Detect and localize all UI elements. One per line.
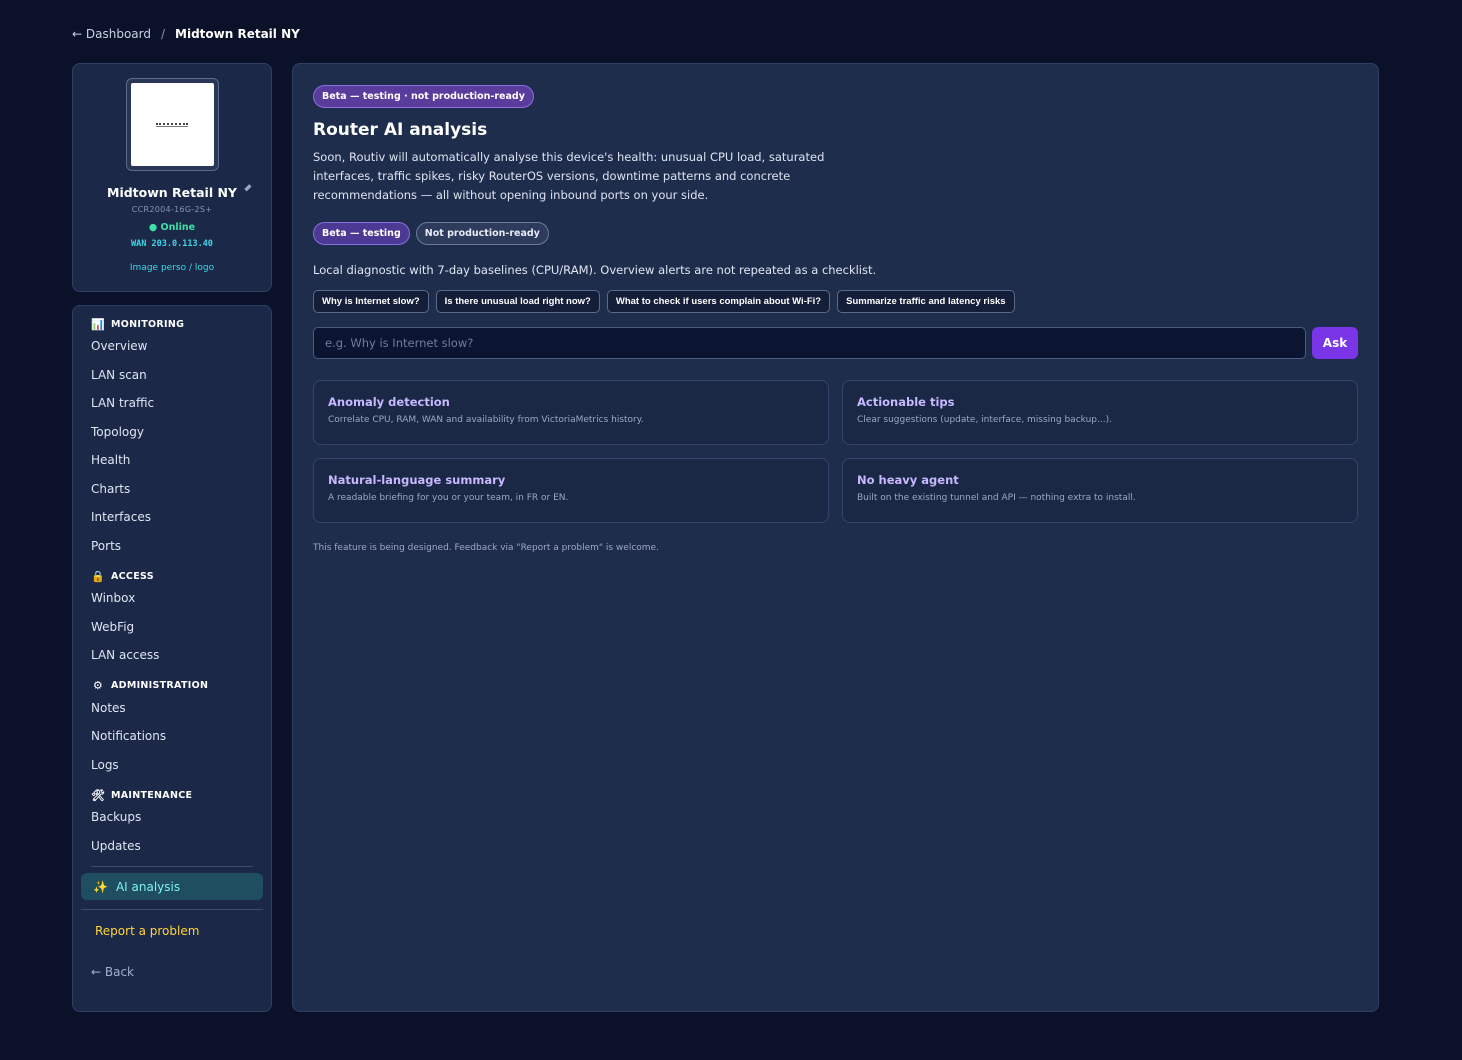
feature-cards: Anomaly detection Correlate CPU, RAM, WA… [313, 380, 1358, 523]
card-description: Built on the existing tunnel and API — n… [857, 493, 1136, 503]
sidebar-item-logs[interactable]: Logs [81, 751, 263, 780]
sidebar-item-interfaces[interactable]: Interfaces [81, 503, 263, 532]
suggestion-chip[interactable]: What to check if users complain about Wi… [606, 290, 831, 313]
sparkles-icon: ✨ [93, 879, 108, 894]
suggestion-chip[interactable]: Is there unusual load right now? [435, 290, 600, 313]
sidebar-item-lan-access[interactable]: LAN access [81, 641, 263, 670]
report-problem-link[interactable]: Report a problem [81, 924, 263, 938]
nav-divider [91, 866, 253, 867]
sidebar-item-backups[interactable]: Backups [81, 803, 263, 832]
section-heading-monitoring: 📊 MONITORING [81, 316, 263, 332]
image-logo-link[interactable]: Image perso / logo [130, 263, 214, 273]
breadcrumb-separator: / [160, 27, 166, 41]
section-maintenance: 🛠 MAINTENANCE Backups Updates [81, 787, 263, 860]
page-description: Soon, Routiv will automatically analyse … [313, 150, 825, 202]
diagnostic-text: Local diagnostic with 7-day baselines (C… [313, 263, 877, 277]
wan-address: WAN 203.0.113.40 [131, 239, 213, 249]
beta-pill: Beta — testing [313, 222, 410, 245]
ask-button[interactable]: Ask [1312, 327, 1358, 359]
section-access: 🔒 ACCESS Winbox WebFig LAN access [81, 568, 263, 670]
sidebar-item-lan-traffic[interactable]: LAN traffic [81, 389, 263, 418]
device-name: Midtown Retail NY [107, 185, 237, 200]
dashboard-link[interactable]: ← Dashboard [72, 27, 151, 41]
not-ready-pill: Not production-ready [415, 222, 549, 245]
section-label: ACCESS [111, 570, 154, 582]
sidebar-item-updates[interactable]: Updates [81, 832, 263, 861]
sidebar-item-charts[interactable]: Charts [81, 475, 263, 504]
section-heading-access: 🔒 ACCESS [81, 568, 263, 584]
section-label: ADMINISTRATION [111, 680, 209, 691]
status-badge: ● Online [148, 222, 196, 233]
sidebar-item-label: AI analysis [115, 879, 181, 894]
suggestion-chip[interactable]: Summarize traffic and latency risks [837, 290, 1015, 313]
footnote: This feature is being designed. Feedback… [313, 543, 659, 553]
sidebar-item-overview[interactable]: Overview [81, 332, 263, 361]
breadcrumb-current: Midtown Retail NY [175, 27, 300, 41]
ask-row: Ask [313, 327, 1358, 359]
router-icon [156, 122, 188, 127]
suggestion-chips: Why is Internet slow? Is there unusual l… [313, 290, 1358, 313]
card-description: Correlate CPU, RAM, WAN and availability… [328, 415, 644, 425]
tools-icon: 🛠 [91, 788, 106, 802]
card-title: Natural-language summary [328, 473, 506, 487]
sidebar-item-ai-analysis[interactable]: ✨ AI analysis [81, 873, 263, 900]
sidebar-item-topology[interactable]: Topology [81, 418, 263, 447]
back-link[interactable]: ← Back [81, 965, 263, 979]
device-model: CCR2004-16G-2S+ [131, 205, 213, 214]
section-monitoring: 📊 MONITORING Overview LAN scan LAN traff… [81, 316, 263, 560]
beta-badge: Beta — testing · not production-ready [313, 85, 534, 108]
page-title: Router AI analysis [313, 120, 488, 140]
section-label: MONITORING [111, 318, 185, 330]
section-heading-maintenance: 🛠 MAINTENANCE [81, 787, 263, 803]
sidebar-item-webfig[interactable]: WebFig [81, 613, 263, 642]
sidebar: 📊 MONITORING Overview LAN scan LAN traff… [72, 305, 272, 1012]
section-label: MAINTENANCE [111, 789, 193, 801]
device-card: Midtown Retail NY ▬ CCR2004-16G-2S+ ● On… [72, 63, 272, 292]
nav-divider [81, 909, 263, 910]
device-image [130, 83, 214, 166]
sidebar-item-lan-scan[interactable]: LAN scan [81, 361, 263, 390]
sidebar-item-winbox[interactable]: Winbox [81, 584, 263, 613]
sidebar-item-notifications[interactable]: Notifications [81, 722, 263, 751]
feature-card-summary: Natural-language summary A readable brie… [313, 458, 829, 523]
breadcrumb: ← Dashboard / Midtown Retail NY [72, 27, 300, 41]
card-title: Actionable tips [857, 395, 955, 409]
sidebar-item-ports[interactable]: Ports [81, 532, 263, 561]
edit-icon[interactable]: ▬ [242, 181, 255, 194]
card-description: Clear suggestions (update, interface, mi… [857, 415, 1112, 425]
device-name-row: Midtown Retail NY ▬ [73, 181, 271, 200]
sidebar-item-health[interactable]: Health [81, 446, 263, 475]
feature-card-anomaly: Anomaly detection Correlate CPU, RAM, WA… [313, 380, 829, 445]
question-input[interactable] [313, 327, 1306, 359]
feature-card-tips: Actionable tips Clear suggestions (updat… [842, 380, 1358, 445]
feature-card-agent: No heavy agent Built on the existing tun… [842, 458, 1358, 523]
card-title: Anomaly detection [328, 395, 450, 409]
section-administration: ⚙ ADMINISTRATION Notes Notifications Log… [81, 678, 263, 780]
device-thumbnail[interactable] [125, 78, 219, 171]
card-description: A readable briefing for you or your team… [328, 493, 569, 503]
sidebar-item-notes[interactable]: Notes [81, 694, 263, 723]
lock-icon: 🔒 [91, 569, 105, 583]
gear-icon: ⚙ [92, 679, 104, 692]
card-title: No heavy agent [857, 473, 959, 487]
bar-chart-icon: 📊 [91, 317, 105, 331]
section-heading-administration: ⚙ ADMINISTRATION [81, 678, 263, 694]
suggestion-chip[interactable]: Why is Internet slow? [313, 290, 429, 313]
status-pills: Beta — testing Not production-ready [313, 222, 1358, 245]
main-panel: Beta — testing · not production-ready Ro… [292, 63, 1379, 1012]
